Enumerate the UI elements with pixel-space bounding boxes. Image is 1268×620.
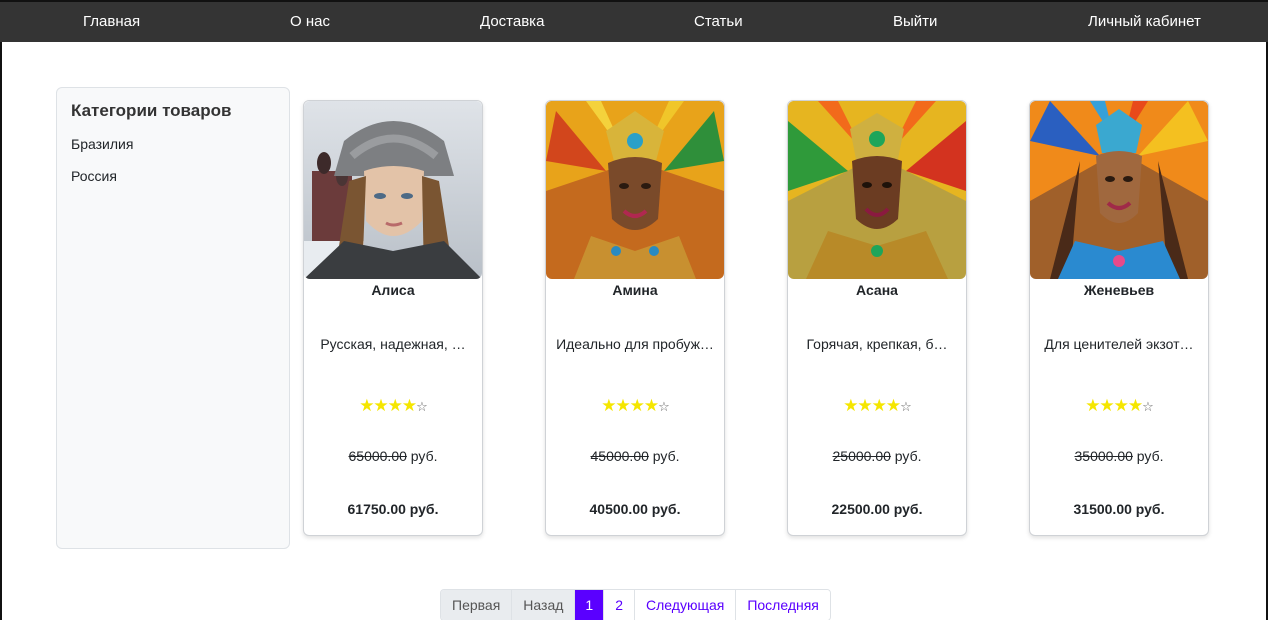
product-card[interactable]: Алиса Русская, надежная, … ★★★★☆ 65000.0… xyxy=(303,100,483,536)
old-price-value: 45000.00 xyxy=(590,448,649,464)
product-card[interactable]: Женевьев Для ценителей экзот… ★★★★☆ 3500… xyxy=(1029,100,1209,536)
nav-articles-link[interactable]: Статьи xyxy=(694,13,743,30)
currency-label: руб. xyxy=(1136,448,1164,464)
product-description: Идеально для пробуж… xyxy=(556,336,714,352)
product-name[interactable]: Алиса xyxy=(304,282,482,298)
sidebar-title: Категории товаров xyxy=(71,101,232,120)
currency-label: руб. xyxy=(410,448,438,464)
currency-label: руб. xyxy=(652,448,680,464)
old-price: 25000.00 руб. xyxy=(788,448,966,464)
pagination-prev: Назад xyxy=(512,590,576,620)
pagination-page-2[interactable]: 2 xyxy=(604,590,636,620)
top-navigation: Главная О нас Доставка Статьи Выйти Личн… xyxy=(0,0,1268,42)
product-description: Для ценителей экзот… xyxy=(1044,336,1194,352)
nav-account-link[interactable]: Личный кабинет xyxy=(1088,13,1201,30)
rating-stars: ★★★★☆ xyxy=(601,396,670,415)
product-photo[interactable] xyxy=(1030,101,1208,279)
new-price: 22500.00 руб. xyxy=(831,501,923,517)
pagination-page-1[interactable]: 1 xyxy=(575,590,605,620)
nav-delivery-link[interactable]: Доставка xyxy=(480,13,544,30)
category-link-russia[interactable]: Россия xyxy=(71,168,275,184)
product-card[interactable]: Асана Горячая, крепкая, б… ★★★★☆ 25000.0… xyxy=(787,100,967,536)
product-name[interactable]: Амина xyxy=(546,282,724,298)
pagination-next[interactable]: Следующая xyxy=(635,590,737,620)
rating-stars: ★★★★☆ xyxy=(359,396,428,415)
product-card[interactable]: Амина Идеально для пробуж… ★★★★☆ 45000.0… xyxy=(545,100,725,536)
nav-logout-link[interactable]: Выйти xyxy=(893,13,937,30)
product-name[interactable]: Женевьев xyxy=(1030,282,1208,298)
product-photo[interactable] xyxy=(788,101,966,279)
old-price: 35000.00 руб. xyxy=(1030,448,1208,464)
nav-about-link[interactable]: О нас xyxy=(290,13,330,30)
pagination-last[interactable]: Последняя xyxy=(736,590,830,620)
old-price: 45000.00 руб. xyxy=(546,448,724,464)
product-photo[interactable] xyxy=(304,101,482,279)
nav-home-link[interactable]: Главная xyxy=(83,13,140,30)
new-price: 40500.00 руб. xyxy=(589,501,681,517)
rating-stars: ★★★★☆ xyxy=(843,396,912,415)
old-price-value: 25000.00 xyxy=(832,448,891,464)
product-name[interactable]: Асана xyxy=(788,282,966,298)
category-link-brazil[interactable]: Бразилия xyxy=(71,136,275,152)
old-price: 65000.00 руб. xyxy=(304,448,482,464)
old-price-value: 35000.00 xyxy=(1074,448,1133,464)
pagination-first: Первая xyxy=(441,590,513,620)
category-sidebar: Категории товаров Бразилия Россия xyxy=(56,87,290,549)
rating-stars: ★★★★☆ xyxy=(1085,396,1154,415)
old-price-value: 65000.00 xyxy=(348,448,407,464)
pagination: Первая Назад 1 2 Следующая Последняя xyxy=(440,589,831,620)
product-description: Горячая, крепкая, б… xyxy=(806,336,948,352)
currency-label: руб. xyxy=(894,448,922,464)
new-price: 61750.00 руб. xyxy=(347,501,439,517)
product-photo[interactable] xyxy=(546,101,724,279)
product-description: Русская, надежная, … xyxy=(320,336,466,352)
new-price: 31500.00 руб. xyxy=(1073,501,1165,517)
